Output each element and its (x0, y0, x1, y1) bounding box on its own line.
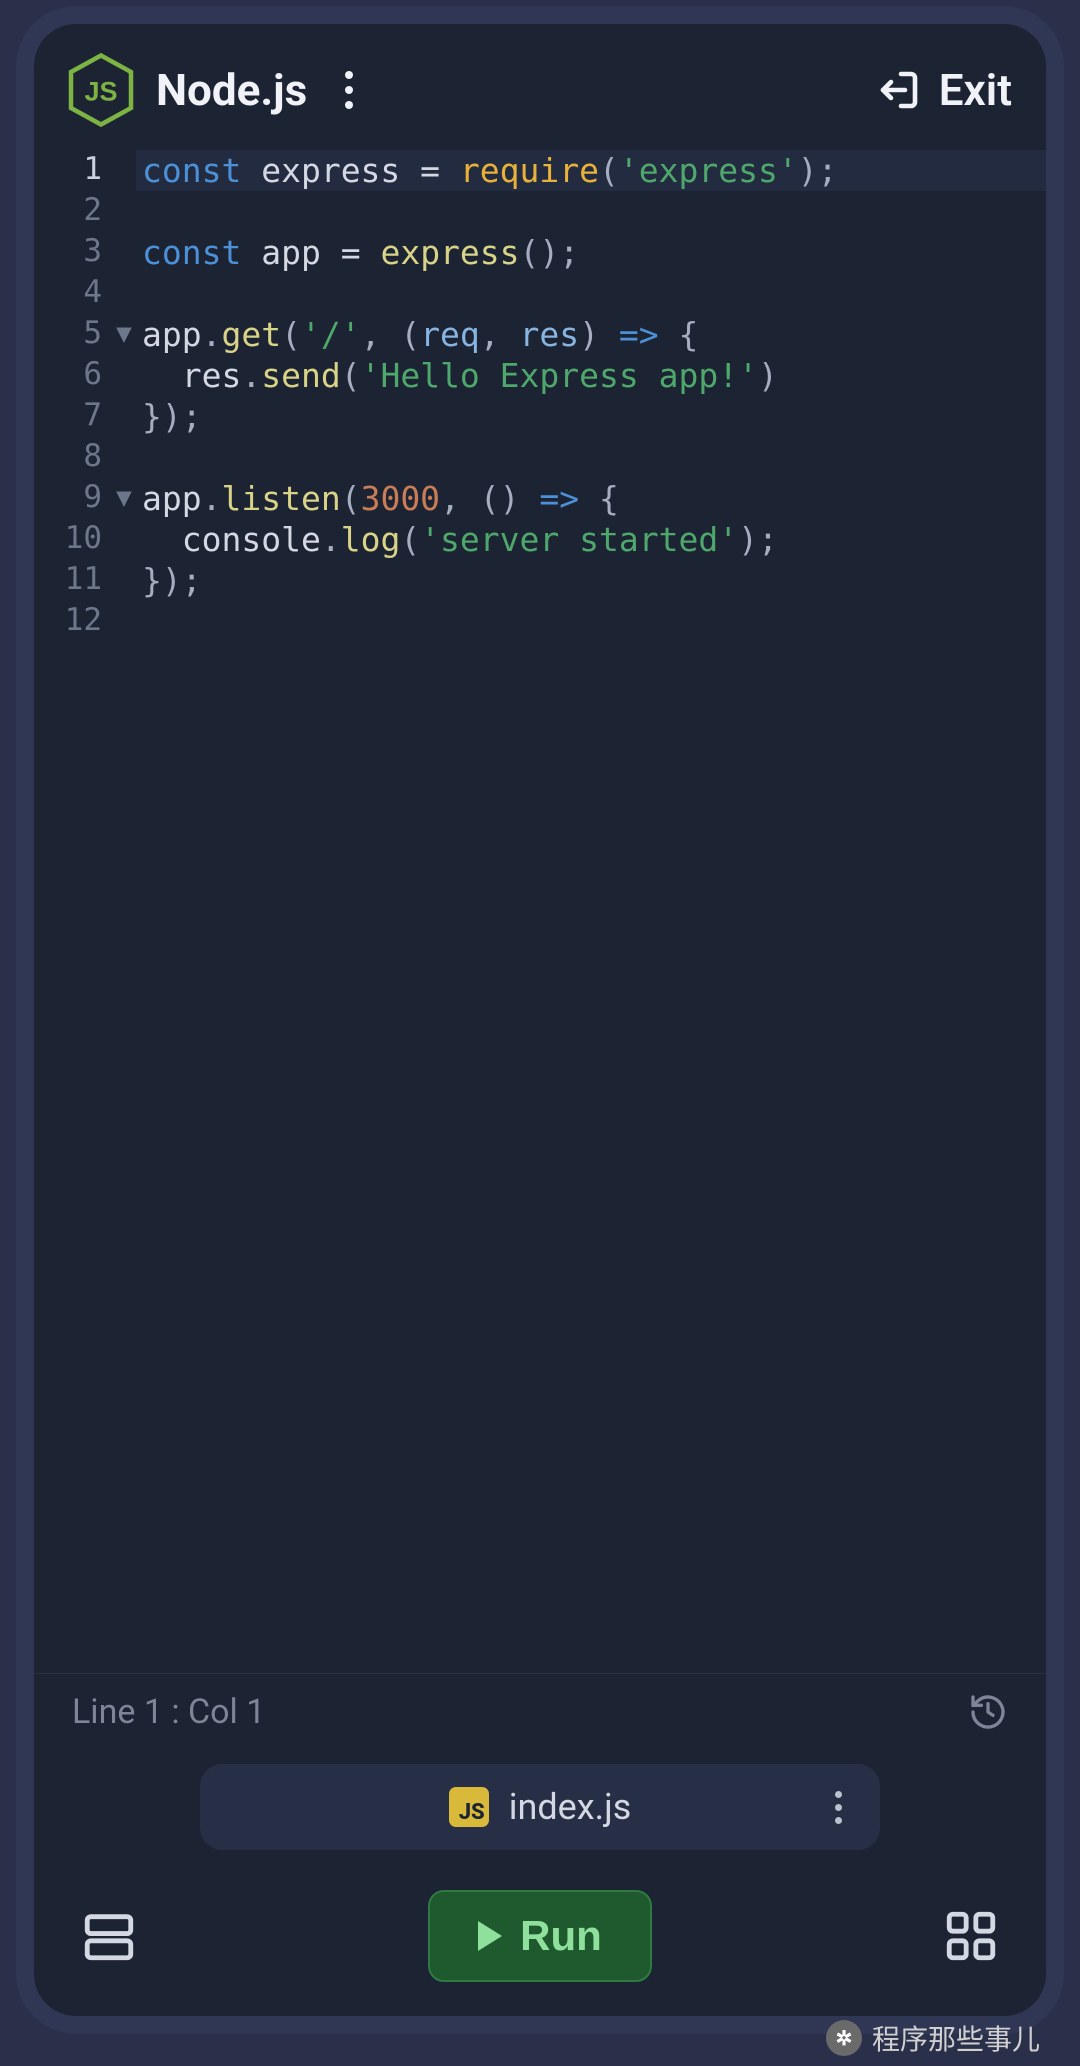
fold-marker (112, 601, 136, 642)
code-line[interactable]: app.listen(3000, () => { (136, 478, 1046, 519)
code-line[interactable]: app.get('/', (req, res) => { (136, 314, 1046, 355)
fold-marker (112, 355, 136, 396)
line-number: 4 (34, 273, 112, 314)
fold-marker (112, 437, 136, 478)
header-bar: JS Node.js Exit (34, 24, 1046, 148)
fold-marker[interactable]: ▼ (112, 314, 136, 355)
file-more-icon[interactable] (825, 1781, 852, 1834)
code-line[interactable]: console.log('server started'); (136, 519, 1046, 560)
grid-apps-icon[interactable] (942, 1907, 1000, 1965)
fold-marker (112, 519, 136, 560)
code-line[interactable] (136, 191, 1046, 232)
line-number: 2 (34, 191, 112, 232)
fold-marker (112, 150, 136, 191)
line-number: 1 (34, 150, 112, 191)
line-number: 8 (34, 437, 112, 478)
fold-marker (112, 273, 136, 314)
panel-layout-icon[interactable] (80, 1907, 138, 1965)
watermark-text: 程序那些事儿 (872, 2018, 1040, 2058)
line-number: 6 (34, 355, 112, 396)
line-number-gutter: 123456789101112 (34, 148, 112, 1673)
exit-icon (873, 66, 921, 114)
code-line[interactable]: res.send('Hello Express app!') (136, 355, 1046, 396)
cursor-position: Line 1 : Col 1 (72, 1692, 265, 1732)
header-left: JS Node.js (68, 52, 361, 128)
code-line[interactable] (136, 601, 1046, 642)
wechat-icon: ✲ (826, 2020, 862, 2056)
fold-gutter[interactable]: ▼▼ (112, 148, 136, 1673)
watermark: ✲ 程序那些事儿 (826, 2018, 1040, 2058)
file-tab-row: JS index.js (34, 1750, 1046, 1864)
line-number: 7 (34, 396, 112, 437)
fold-marker (112, 191, 136, 232)
line-number: 3 (34, 232, 112, 273)
bottom-toolbar: Run (34, 1864, 1046, 2016)
line-number: 12 (34, 601, 112, 642)
app-frame: JS Node.js Exit 123456789101112 ▼▼ const… (16, 6, 1064, 2034)
play-icon (478, 1921, 502, 1951)
exit-button[interactable]: Exit (873, 64, 1012, 116)
page-title: Node.js (156, 64, 307, 116)
nodejs-logo-icon: JS (68, 52, 134, 128)
line-number: 5 (34, 314, 112, 355)
fold-marker[interactable]: ▼ (112, 478, 136, 519)
file-name: index.js (509, 1786, 632, 1828)
code-line[interactable] (136, 437, 1046, 478)
line-number: 9 (34, 478, 112, 519)
exit-label: Exit (939, 64, 1012, 116)
status-bar: Line 1 : Col 1 (34, 1673, 1046, 1750)
code-line[interactable]: }); (136, 396, 1046, 437)
run-button[interactable]: Run (428, 1890, 652, 1982)
line-number: 11 (34, 560, 112, 601)
fold-marker (112, 560, 136, 601)
line-number: 10 (34, 519, 112, 560)
code-editor[interactable]: 123456789101112 ▼▼ const express = requi… (34, 148, 1046, 1673)
code-line[interactable]: const express = require('express'); (136, 150, 1046, 191)
js-file-icon: JS (449, 1787, 489, 1827)
history-icon[interactable] (968, 1692, 1008, 1732)
file-tab[interactable]: JS index.js (200, 1764, 880, 1850)
code-line[interactable]: const app = express(); (136, 232, 1046, 273)
run-label: Run (520, 1912, 602, 1960)
fold-marker (112, 232, 136, 273)
code-line[interactable]: }); (136, 560, 1046, 601)
code-line[interactable] (136, 273, 1046, 314)
more-menu-icon[interactable] (337, 63, 361, 117)
fold-marker (112, 396, 136, 437)
svg-text:JS: JS (84, 77, 117, 107)
code-area[interactable]: const express = require('express'); const… (136, 148, 1046, 1673)
